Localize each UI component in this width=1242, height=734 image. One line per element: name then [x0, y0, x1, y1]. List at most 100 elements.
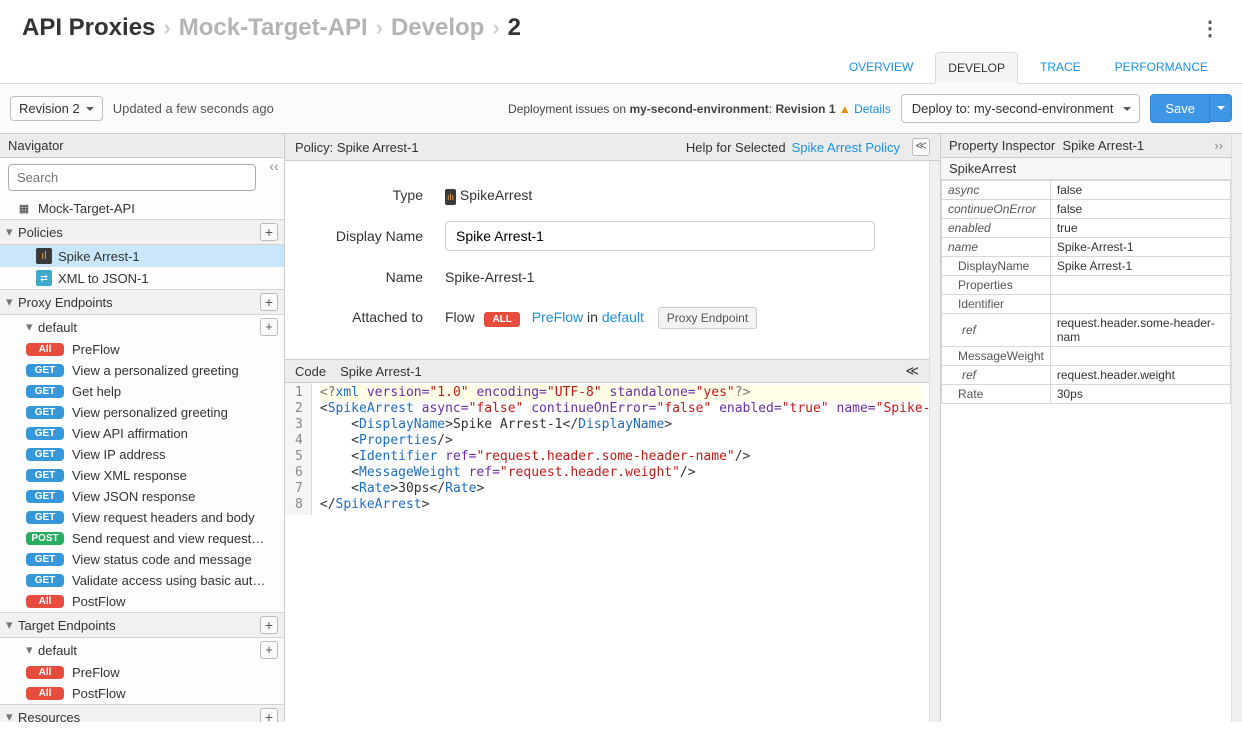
method-badge: GET: [26, 511, 64, 524]
file-icon: ▦: [16, 200, 32, 216]
method-badge: GET: [26, 574, 64, 587]
spike-arrest-icon: ıl: [36, 248, 52, 264]
breadcrumb-root[interactable]: API Proxies: [22, 14, 155, 42]
navigator-panel: Navigator ‹‹ ▦Mock-Target-API▾ Policies+…: [0, 134, 285, 722]
add-proxy-endpoint-button[interactable]: +: [260, 293, 278, 311]
policy-form: Type ılı SpikeArrest Display Name Name S…: [285, 161, 929, 359]
inspector-row[interactable]: refrequest.header.weight: [942, 366, 1231, 385]
tab-develop[interactable]: DEVELOP: [935, 52, 1018, 84]
method-badge: GET: [26, 364, 64, 377]
method-badge: GET: [26, 427, 64, 440]
method-badge: All: [26, 666, 64, 679]
breadcrumb-revision: 2: [508, 14, 521, 42]
inspector-row[interactable]: DisplayNameSpike Arrest-1: [942, 257, 1231, 276]
inspector-root-node[interactable]: SpikeArrest: [941, 158, 1231, 180]
tree-flow-item[interactable]: GETView request headers and body: [0, 507, 284, 528]
tree-flow-item[interactable]: GETView API affirmation: [0, 423, 284, 444]
method-badge: All: [26, 687, 64, 700]
add-target-endpoint-button[interactable]: +: [260, 616, 278, 634]
tree-flow-item[interactable]: GETView IP address: [0, 444, 284, 465]
method-badge: GET: [26, 490, 64, 503]
tree-flow-item[interactable]: GETView personalized greeting: [0, 402, 284, 423]
collapse-navigator-icon[interactable]: ‹‹: [264, 158, 284, 197]
collapse-policy-icon[interactable]: ≪: [912, 138, 930, 156]
breadcrumb-proxy[interactable]: Mock-Target-API: [179, 14, 368, 42]
breadcrumb: API Proxies › Mock-Target-API › Develop …: [0, 0, 1242, 52]
expand-inspector-icon[interactable]: ››: [1214, 138, 1223, 153]
inspector-row[interactable]: nameSpike-Arrest-1: [942, 238, 1231, 257]
tree-target-flow-item[interactable]: AllPreFlow: [0, 662, 284, 683]
method-badge: GET: [26, 406, 64, 419]
tab-overview[interactable]: OVERVIEW: [837, 52, 925, 83]
help-link[interactable]: Spike Arrest Policy: [792, 140, 900, 155]
navigator-search: [8, 164, 256, 191]
inspector-row[interactable]: asyncfalse: [942, 181, 1231, 200]
add-resource-button[interactable]: +: [260, 708, 278, 722]
inspector-row[interactable]: Properties: [942, 276, 1231, 295]
breadcrumb-section[interactable]: Develop: [391, 14, 484, 42]
save-button[interactable]: Save: [1150, 94, 1210, 123]
method-badge: GET: [26, 553, 64, 566]
tab-performance[interactable]: PERFORMANCE: [1103, 52, 1220, 83]
tree-proxy-root[interactable]: ▦Mock-Target-API: [0, 197, 284, 219]
display-name-input[interactable]: [445, 221, 875, 251]
tree-flow-item[interactable]: POSTSend request and view request…: [0, 528, 284, 549]
details-link[interactable]: Details: [854, 102, 891, 116]
tree-policy-item[interactable]: ılSpike Arrest-1: [0, 245, 284, 267]
tree-flow-item[interactable]: GETGet help: [0, 381, 284, 402]
method-badge: All: [26, 595, 64, 608]
code-editor[interactable]: 12345678 <?xml version="1.0" encoding="U…: [285, 383, 929, 515]
page-scrollbar[interactable]: [1231, 134, 1242, 722]
help-label: Help for Selected: [686, 140, 786, 155]
tree-flow-item[interactable]: GETView a personalized greeting: [0, 360, 284, 381]
tree-flow-item[interactable]: GETView status code and message: [0, 549, 284, 570]
policy-panel-header: Policy: Spike Arrest-1 Help for Selected…: [285, 134, 940, 161]
save-dropdown-button[interactable]: [1210, 94, 1232, 122]
tab-trace[interactable]: TRACE: [1028, 52, 1093, 83]
center-scrollbar[interactable]: [929, 161, 940, 722]
tree-flow-item[interactable]: AllPostFlow: [0, 591, 284, 612]
tree-policy-item[interactable]: ⇄XML to JSON-1: [0, 267, 284, 289]
tree-resources-header[interactable]: ▾ Resources+: [0, 704, 284, 722]
revision-select[interactable]: Revision 2: [10, 96, 103, 121]
property-inspector: Property Inspector Spike Arrest-1 ›› Spi…: [941, 134, 1231, 722]
tree-flow-item[interactable]: GETView XML response: [0, 465, 284, 486]
inspector-row[interactable]: Rate30ps: [942, 385, 1231, 404]
more-menu-icon[interactable]: ⋮: [1200, 16, 1220, 41]
search-input[interactable]: [8, 164, 256, 191]
tree-flow-item[interactable]: GETValidate access using basic aut…: [0, 570, 284, 591]
preflow-link[interactable]: PreFlow: [532, 309, 583, 325]
spike-arrest-icon: ılı: [445, 189, 456, 205]
attached-to-label: Attached to: [305, 309, 445, 325]
last-updated-text: Updated a few seconds ago: [113, 101, 274, 116]
toolbar: Revision 2 Updated a few seconds ago Dep…: [0, 84, 1242, 134]
name-value: Spike-Arrest-1: [445, 269, 534, 285]
deploy-to-select[interactable]: Deploy to: my-second-environment: [901, 94, 1141, 123]
type-label: Type: [305, 187, 445, 203]
default-link[interactable]: default: [602, 309, 644, 325]
tree-flow-item[interactable]: AllPreFlow: [0, 339, 284, 360]
chevron-right-icon: ›: [376, 15, 383, 41]
tree-target-endpoints-header[interactable]: ▾ Target Endpoints+: [0, 612, 284, 638]
center-panel: Policy: Spike Arrest-1 Help for Selected…: [285, 134, 941, 722]
inspector-row[interactable]: enabledtrue: [942, 219, 1231, 238]
tree-policies-header[interactable]: ▾ Policies+: [0, 219, 284, 245]
tree-proxy-endpoints-header[interactable]: ▾ Proxy Endpoints+: [0, 289, 284, 315]
inspector-row[interactable]: MessageWeight: [942, 347, 1231, 366]
code-content[interactable]: <?xml version="1.0" encoding="UTF-8" sta…: [312, 383, 929, 515]
add-flow-button[interactable]: +: [260, 318, 278, 336]
collapse-code-icon[interactable]: ≪: [905, 363, 919, 379]
type-value: ılı SpikeArrest: [445, 187, 532, 203]
add-policy-button[interactable]: +: [260, 223, 278, 241]
inspector-row[interactable]: Identifier: [942, 295, 1231, 314]
tree-target-default[interactable]: ▾ default+: [0, 638, 284, 662]
tree-flow-item[interactable]: GETView JSON response: [0, 486, 284, 507]
add-target-flow-button[interactable]: +: [260, 641, 278, 659]
tree-proxy-default[interactable]: ▾ default+: [0, 315, 284, 339]
inspector-row[interactable]: refrequest.header.some-header-nam: [942, 314, 1231, 347]
display-name-label: Display Name: [305, 228, 445, 244]
tree-target-flow-item[interactable]: AllPostFlow: [0, 683, 284, 704]
deployment-issues: Deployment issues on my-second-environme…: [508, 102, 891, 116]
inspector-table: asyncfalsecontinueOnErrorfalseenabledtru…: [941, 180, 1231, 404]
inspector-row[interactable]: continueOnErrorfalse: [942, 200, 1231, 219]
